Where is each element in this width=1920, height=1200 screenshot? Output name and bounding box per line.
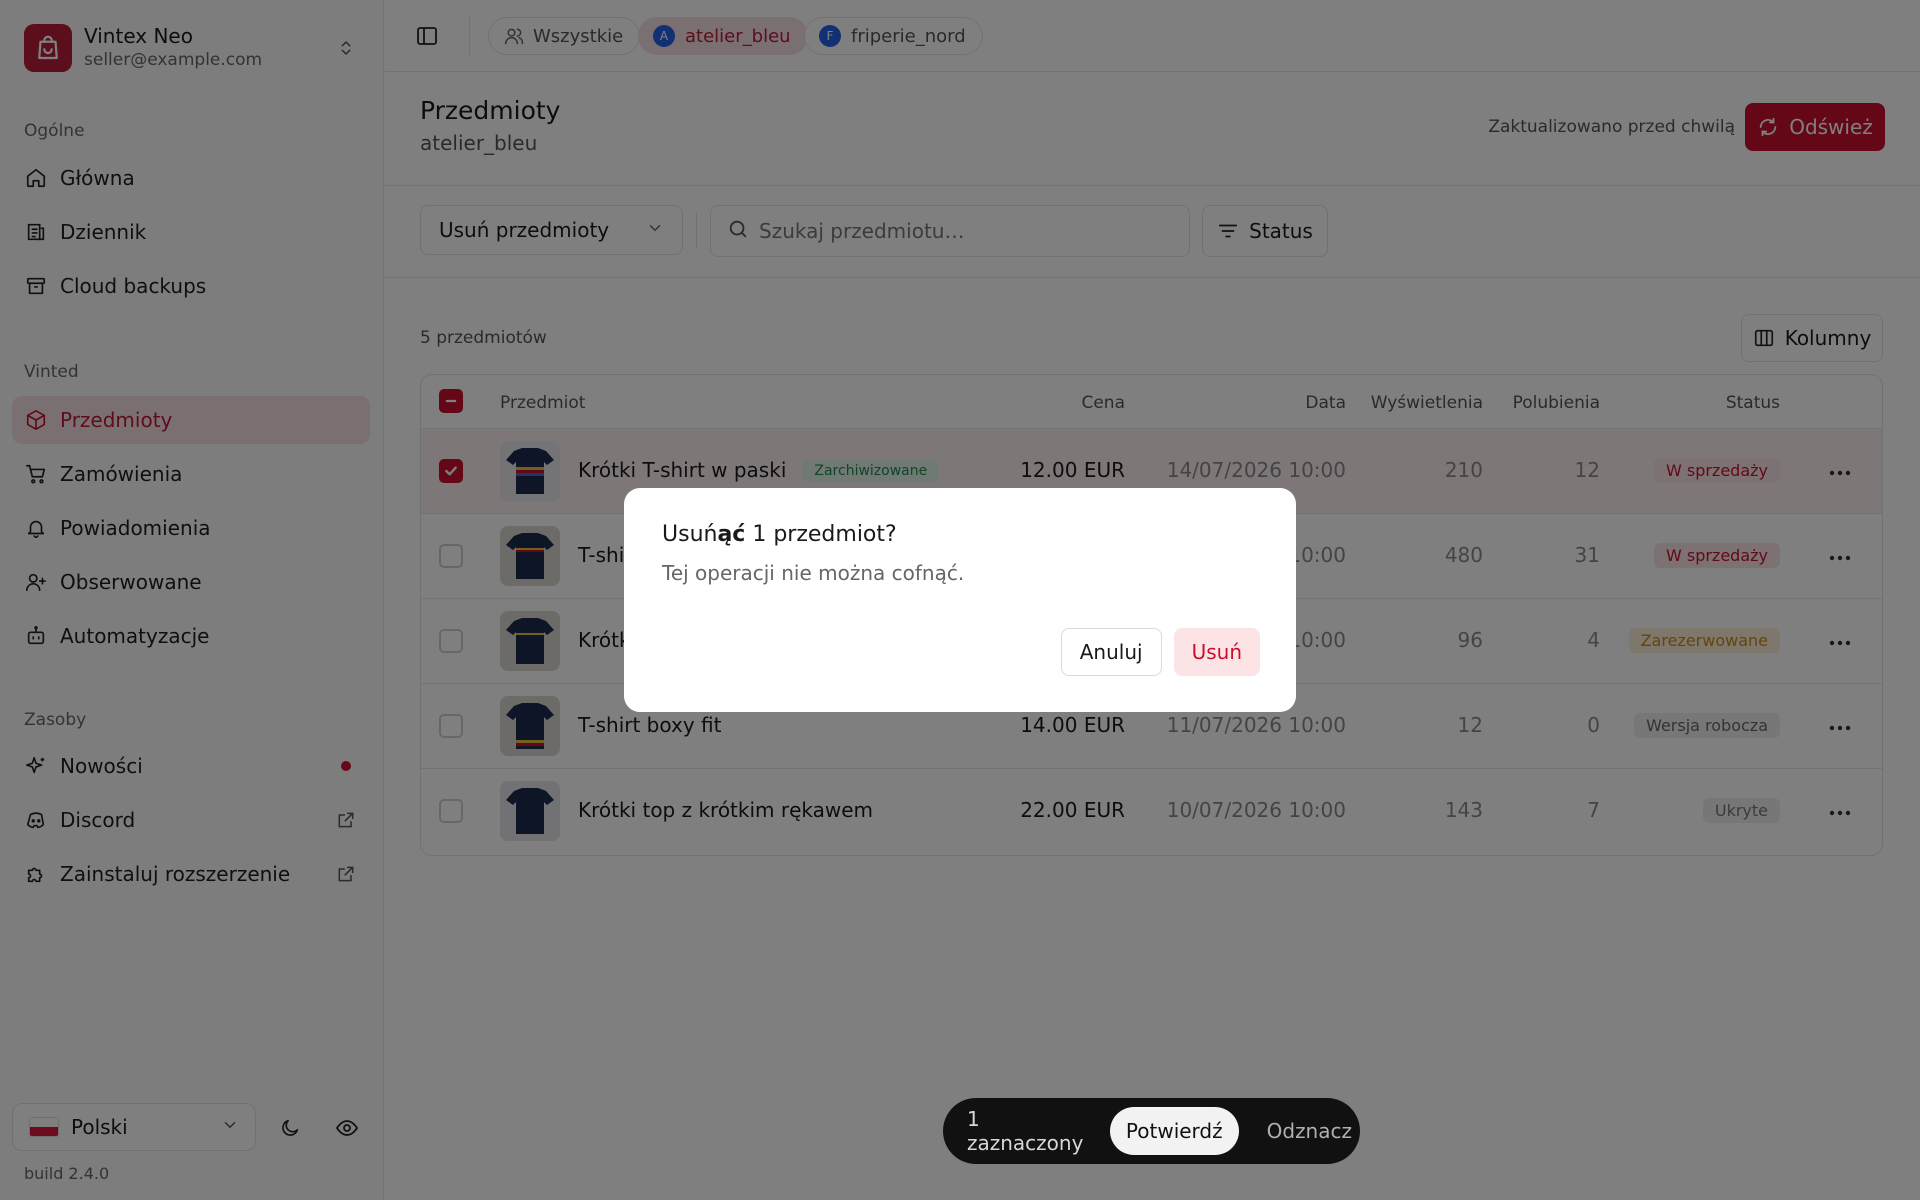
cancel-button[interactable]: Anuluj <box>1060 628 1162 676</box>
delete-button[interactable]: Usuń <box>1173 628 1260 676</box>
bulk-action-bar: 1 zaznaczony Potwierdź Odznacz <box>943 1098 1360 1164</box>
dialog-title-part: 1 przedmiot? <box>745 522 897 547</box>
dialog-title-part: Usuń <box>662 522 718 547</box>
dialog-title-part: ąć <box>717 522 746 547</box>
dialog-title: Usuńąć 1 przedmiot? <box>662 522 1258 547</box>
deselect-button[interactable]: Odznacz <box>1267 1119 1352 1143</box>
selected-count: 1 zaznaczony <box>967 1107 1084 1155</box>
confirm-delete-dialog: Usuńąć 1 przedmiot? Tej operacji nie moż… <box>624 488 1296 712</box>
dialog-description: Tej operacji nie można cofnąć. <box>662 561 965 585</box>
confirm-button[interactable]: Potwierdź <box>1109 1107 1239 1155</box>
